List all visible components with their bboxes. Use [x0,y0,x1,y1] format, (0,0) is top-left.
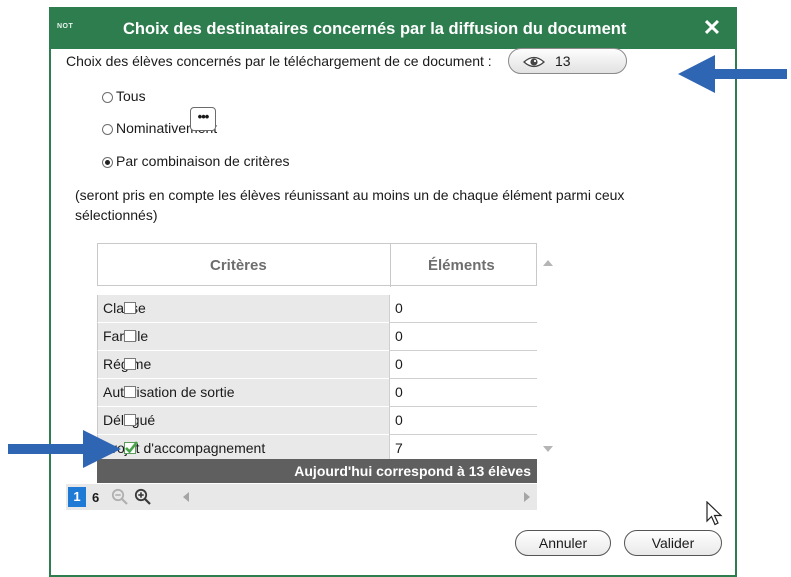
annotation-arrow-count [678,55,787,93]
radio-tous[interactable] [102,92,113,103]
total-pages: 6 [92,490,100,505]
mouse-cursor-icon [706,501,723,526]
table-row[interactable]: Délégué 0 [97,407,537,435]
table-row[interactable]: Régime 0 [97,351,537,379]
eye-icon [523,56,545,68]
zoom-in-icon[interactable] [134,488,152,506]
table-row[interactable]: Famille 0 [97,323,537,351]
selection-prompt: Choix des élèves concernés par le téléch… [66,53,492,69]
scroll-up-icon[interactable] [543,260,553,266]
cancel-button[interactable]: Annuler [515,530,611,556]
cell-critere: Famille [97,323,389,351]
cell-critere: Classe [97,295,389,323]
student-count: 13 [555,53,571,69]
checkmark-icon [125,441,138,454]
cell-elements[interactable]: 0 [389,323,537,351]
scroll-left-icon[interactable] [183,492,189,502]
dialog-title: Choix des destinataires concernés par la… [123,20,627,38]
close-button[interactable]: ✕ [701,15,723,41]
header-elements: Éléments [428,257,495,274]
radio-combinaison-label[interactable]: Par combinaison de critères [116,153,290,169]
summary-bar: Aujourd'hui correspond à 13 élèves [97,459,537,483]
cell-critere: Régime [97,351,389,379]
row-checkbox-regime[interactable] [124,358,136,370]
radio-combinaison[interactable] [102,157,113,168]
cell-elements[interactable]: 0 [389,295,537,323]
header-criteres: Critères [210,257,267,274]
annotation-arrow-checkbox [8,430,121,468]
criteria-note: (seront pris en compte les élèves réunis… [75,187,625,223]
row-checkbox-projet[interactable] [124,441,138,454]
zoom-out-icon[interactable] [111,488,129,506]
cell-critere: Autorisation de sortie [97,379,389,407]
row-checkbox-autorisation[interactable] [124,386,136,398]
cell-elements[interactable]: 0 [389,351,537,379]
app-badge: NOT [57,23,74,30]
dialog-titlebar: NOT Choix des destinataires concernés pa… [51,9,735,49]
row-checkbox-classe[interactable] [124,302,136,314]
current-page[interactable]: 1 [68,487,86,507]
student-count-button[interactable]: 13 [508,48,627,74]
table-header: Critères Éléments [97,243,537,287]
pager: 1 6 [66,484,537,510]
cell-elements[interactable]: 0 [389,379,537,407]
scroll-right-icon[interactable] [524,492,530,502]
table-scrollbar[interactable] [540,243,555,461]
header-divider [390,244,391,287]
scroll-down-icon[interactable] [543,446,553,452]
more-options-button[interactable]: ••• [190,107,216,131]
row-checkbox-delegue[interactable] [124,414,136,426]
ok-button[interactable]: Valider [624,530,722,556]
table-row[interactable]: Classe 0 [97,295,537,323]
table-row[interactable]: Autorisation de sortie 0 [97,379,537,407]
radio-tous-label[interactable]: Tous [116,88,146,104]
cell-critere: Délégué [97,407,389,435]
cell-elements[interactable]: 0 [389,407,537,435]
row-checkbox-famille[interactable] [124,330,136,342]
radio-nominativement[interactable] [102,124,113,135]
